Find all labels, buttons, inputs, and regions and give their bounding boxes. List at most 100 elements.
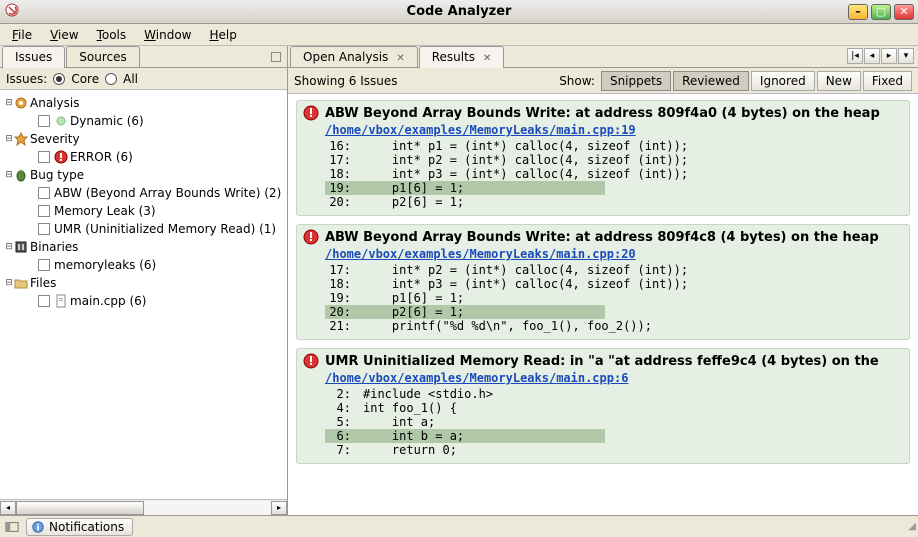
error-icon xyxy=(303,105,319,121)
issue-title: UMR Uninitialized Memory Read: in "a "at… xyxy=(325,354,879,369)
left-pane: Issues Sources Issues: Core All ⊟ Analysi… xyxy=(0,46,288,515)
tab-label: Open Analysis xyxy=(303,50,388,64)
tree-item-label: memoryleaks (6) xyxy=(54,258,156,272)
tab-results[interactable]: Results ✕ xyxy=(419,46,505,67)
code-snippet: 17: int* p2 = (int*) calloc(4, sizeof (i… xyxy=(303,261,903,333)
tab-open-analysis[interactable]: Open Analysis ✕ xyxy=(290,46,418,67)
results-list[interactable]: ABW Beyond Array Bounds Write: at addres… xyxy=(288,94,918,515)
filter-ignored[interactable]: Ignored xyxy=(751,71,815,91)
checkbox[interactable] xyxy=(38,295,50,307)
menubar: FileViewToolsWindowHelp xyxy=(0,24,918,46)
tree-item[interactable]: Dynamic (6) xyxy=(0,112,287,130)
notifications-label: Notifications xyxy=(49,520,124,534)
checkbox[interactable] xyxy=(38,151,50,163)
dot-green-icon xyxy=(54,114,68,128)
checkbox[interactable] xyxy=(38,259,50,271)
radio-core-label: Core xyxy=(71,72,99,86)
close-icon[interactable]: ✕ xyxy=(483,53,491,64)
error-icon xyxy=(303,229,319,245)
filter-new[interactable]: New xyxy=(817,71,861,91)
tree-label: Files xyxy=(30,276,56,290)
nav-first-button[interactable]: |◂ xyxy=(847,48,863,64)
issue-source-link[interactable]: /home/vbox/examples/MemoryLeaks/main.cpp… xyxy=(303,371,903,385)
tab-label: Results xyxy=(432,50,475,64)
issue-filter-row: Issues: Core All xyxy=(0,68,287,90)
gear-icon xyxy=(14,96,28,110)
tree-group[interactable]: ⊟Bug type xyxy=(0,166,287,184)
scroll-track[interactable] xyxy=(16,501,271,515)
notifications-button[interactable]: i Notifications xyxy=(26,518,133,536)
collapse-icon[interactable]: ⊟ xyxy=(4,170,14,180)
tree-label: Analysis xyxy=(30,96,79,110)
pane-menu-icon[interactable] xyxy=(271,52,281,62)
dock-icon[interactable] xyxy=(4,519,20,535)
issue-source-link[interactable]: /home/vbox/examples/MemoryLeaks/main.cpp… xyxy=(303,123,903,137)
tree-item[interactable]: main.cpp (6) xyxy=(0,292,287,310)
tree-item[interactable]: ERROR (6) xyxy=(0,148,287,166)
filter-fixed[interactable]: Fixed xyxy=(863,71,912,91)
collapse-icon[interactable]: ⊟ xyxy=(4,242,14,252)
tree-item[interactable]: Memory Leak (3) xyxy=(0,202,287,220)
tree-item[interactable]: memoryleaks (6) xyxy=(0,256,287,274)
filter-reviewed[interactable]: Reviewed xyxy=(673,71,749,91)
svg-text:i: i xyxy=(37,523,40,533)
right-tabs: Open Analysis ✕ Results ✕ |◂ ◂ ▸ ▾ xyxy=(288,46,918,68)
collapse-icon[interactable]: ⊟ xyxy=(4,98,14,108)
checkbox[interactable] xyxy=(38,205,50,217)
close-button[interactable]: ✕ xyxy=(894,4,914,20)
tab-issues[interactable]: Issues xyxy=(2,46,65,67)
left-tabs: Issues Sources xyxy=(0,46,287,68)
collapse-icon[interactable]: ⊟ xyxy=(4,134,14,144)
scroll-thumb[interactable] xyxy=(16,501,144,515)
radio-all[interactable] xyxy=(105,73,117,85)
right-pane: Open Analysis✕Results✕ |◂ ◂ ▸ ▾ Showing … xyxy=(288,46,918,515)
menu-help[interactable]: Help xyxy=(201,26,244,44)
nav-next-button[interactable]: ▸ xyxy=(881,48,897,64)
nav-menu-button[interactable]: ▾ xyxy=(898,48,914,64)
tree-group[interactable]: ⊟ Severity xyxy=(0,130,287,148)
issue-source-link[interactable]: /home/vbox/examples/MemoryLeaks/main.cpp… xyxy=(303,247,903,261)
folder-icon xyxy=(14,276,28,290)
scroll-left-button[interactable]: ◂ xyxy=(0,501,16,515)
tab-sources[interactable]: Sources xyxy=(66,46,139,67)
tree-label: Binaries xyxy=(30,240,78,254)
tree-group[interactable]: ⊟ Analysis xyxy=(0,94,287,112)
code-snippet: 16: int* p1 = (int*) calloc(4, sizeof (i… xyxy=(303,137,903,209)
issue-item: UMR Uninitialized Memory Read: in "a "at… xyxy=(296,348,910,464)
menu-window[interactable]: Window xyxy=(136,26,199,44)
menu-view[interactable]: View xyxy=(42,26,86,44)
nav-prev-button[interactable]: ◂ xyxy=(864,48,880,64)
window-title: Code Analyzer xyxy=(0,4,918,19)
checkbox[interactable] xyxy=(38,187,50,199)
tree-item-label: main.cpp (6) xyxy=(70,294,146,308)
tree-item[interactable]: UMR (Uninitialized Memory Read) (1) xyxy=(0,220,287,238)
tree-item-label: Memory Leak (3) xyxy=(54,204,156,218)
tree-group[interactable]: ⊟ Binaries xyxy=(0,238,287,256)
error-icon xyxy=(303,353,319,369)
checkbox[interactable] xyxy=(38,115,50,127)
maximize-button[interactable]: ▢ xyxy=(871,4,891,20)
issues-tree[interactable]: ⊟AnalysisDynamic (6)⊟SeverityERROR (6)⊟B… xyxy=(0,90,287,499)
tree-group[interactable]: ⊟ Files xyxy=(0,274,287,292)
radio-all-label: All xyxy=(123,72,138,86)
filter-snippets[interactable]: Snippets xyxy=(601,71,671,91)
tree-item[interactable]: ABW (Beyond Array Bounds Write) (2) xyxy=(0,184,287,202)
resize-grip-icon[interactable]: ◢ xyxy=(908,521,914,532)
hscroll[interactable]: ◂ ▸ xyxy=(0,499,287,515)
bins-icon xyxy=(14,240,28,254)
collapse-icon[interactable]: ⊟ xyxy=(4,278,14,288)
radio-core[interactable] xyxy=(53,73,65,85)
menu-tools[interactable]: Tools xyxy=(89,26,135,44)
checkbox[interactable] xyxy=(38,223,50,235)
issue-title: ABW Beyond Array Bounds Write: at addres… xyxy=(325,106,880,121)
minimize-button[interactable]: – xyxy=(848,4,868,20)
menu-file[interactable]: File xyxy=(4,26,40,44)
close-icon[interactable]: ✕ xyxy=(396,53,404,64)
scroll-right-button[interactable]: ▸ xyxy=(271,501,287,515)
tree-item-label: UMR (Uninitialized Memory Read) (1) xyxy=(54,222,276,236)
tree-label: Severity xyxy=(30,132,80,146)
tree-item-label: ABW (Beyond Array Bounds Write) (2) xyxy=(54,186,281,200)
titlebar: Code Analyzer – ▢ ✕ xyxy=(0,0,918,24)
statusbar: i Notifications ◢ xyxy=(0,515,918,537)
issue-title: ABW Beyond Array Bounds Write: at addres… xyxy=(325,230,879,245)
